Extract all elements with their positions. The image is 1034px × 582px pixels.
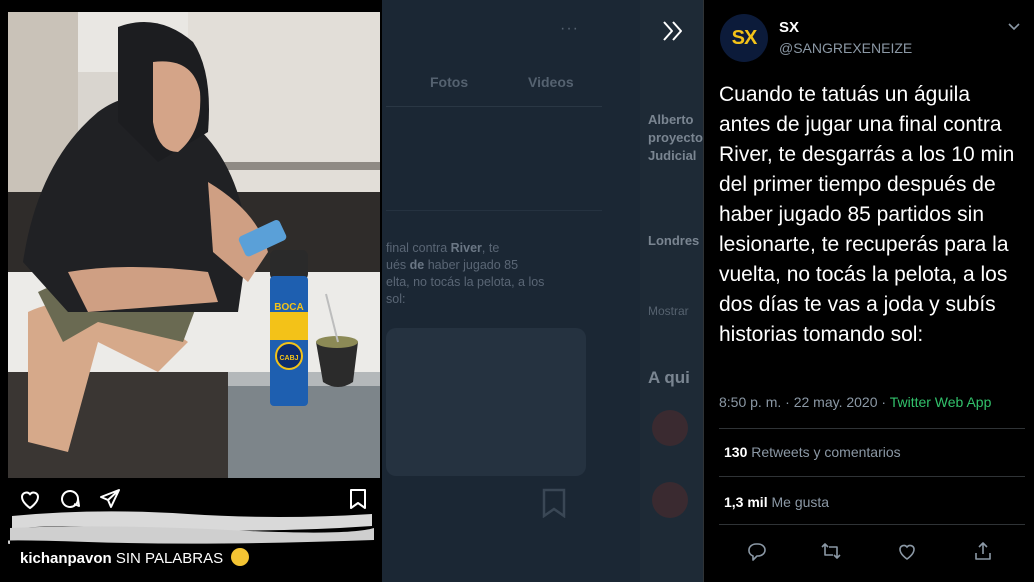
instagram-post: BOCA CABJ kichanpavon SIN PALABRAS (0, 0, 382, 582)
caption-username[interactable]: kichanpavon (20, 550, 112, 567)
who-to-follow-heading: A qui (648, 368, 690, 387)
divider (386, 210, 602, 211)
retweets-stat[interactable]: 130 Retweets y comentarios (724, 444, 901, 460)
avatar-initials: SX (731, 26, 758, 49)
likes-count: 1,3 mil (724, 494, 768, 510)
trend-item[interactable]: Judicial (648, 148, 704, 163)
divider (719, 524, 1025, 525)
like-heart-icon[interactable] (896, 540, 918, 562)
retweets-label: Retweets y comentarios (751, 444, 901, 460)
likes-stat[interactable]: 1,3 mil Me gusta (724, 494, 829, 510)
tab-photos[interactable]: Fotos (430, 74, 468, 90)
share-icon[interactable] (972, 540, 994, 562)
background-tweet-image (386, 328, 586, 476)
post-photo: BOCA CABJ (8, 12, 380, 478)
show-more-link[interactable]: Mostrar (648, 304, 704, 318)
avatar[interactable]: SX (720, 14, 768, 62)
shushing-emoji-icon (231, 548, 250, 566)
tweet-text: Cuando te tatuás un águila antes de juga… (719, 83, 1015, 346)
timestamp-text[interactable]: 8:50 p. m. · 22 may. 2020 · (719, 394, 890, 410)
trend-item[interactable]: Alberto (648, 112, 704, 127)
retweets-count: 130 (724, 444, 748, 460)
thermos-logo: CABJ (279, 355, 298, 362)
likes-label: Me gusta (771, 494, 830, 510)
redacted-scribble (8, 511, 374, 544)
chevron-down-icon[interactable] (1006, 18, 1022, 34)
tab-videos[interactable]: Videos (528, 74, 574, 90)
user-handle[interactable]: @SANGREXENEIZE (779, 40, 912, 56)
avatar (652, 482, 688, 518)
tweet-timestamp: 8:50 p. m. · 22 may. 2020 · Twitter Web … (719, 394, 991, 410)
tweet-panel: SX SX @SANGREXENEIZE Cuando te tatuás un… (703, 0, 1034, 582)
bookmark-icon (542, 488, 566, 518)
divider (719, 428, 1025, 429)
thermos-label: BOCA (274, 302, 303, 313)
profile-tabs: Fotos Videos (386, 60, 602, 107)
background-tweet-text: final contra River, te ués de haber juga… (386, 241, 545, 306)
display-name[interactable]: SX (779, 19, 799, 36)
collapse-chevrons-icon[interactable] (660, 18, 686, 44)
tweet-source[interactable]: Twitter Web App (890, 394, 992, 410)
retweet-icon[interactable] (820, 540, 842, 562)
reply-icon[interactable] (746, 540, 768, 562)
post-caption: kichanpavon SIN PALABRAS (20, 548, 250, 567)
divider (719, 476, 1025, 477)
more-options-icon: ··· (560, 20, 579, 37)
avatar (652, 410, 688, 446)
trend-item[interactable]: proyecto (648, 130, 704, 145)
trend-item[interactable]: Londres (648, 233, 704, 248)
caption-text: SIN PALABRAS (115, 550, 224, 567)
